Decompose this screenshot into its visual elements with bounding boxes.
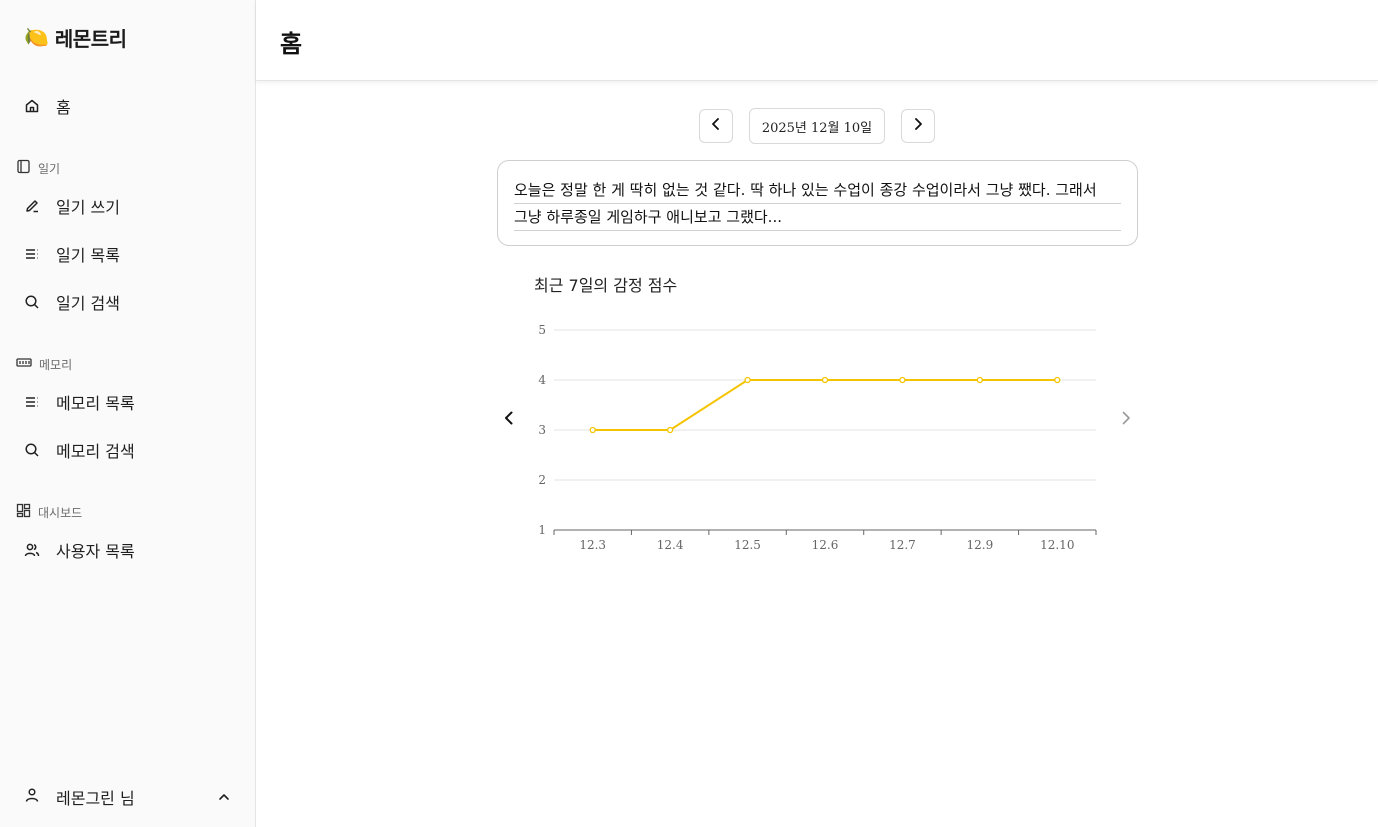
sidebar-item-label: 홈 — [56, 98, 71, 117]
brand-name: 레몬트리 — [54, 26, 127, 51]
series-line — [592, 379, 1058, 431]
sidebar-item-diary-list[interactable]: 일기 목록 — [16, 234, 240, 274]
section-title: 대시보드 — [38, 505, 83, 520]
diary-card[interactable]: 오늘은 정말 한 게 딱히 없는 것 같다. 딱 하나 있는 수업이 종강 수업… — [497, 160, 1138, 246]
y-tick-label: 4 — [538, 373, 546, 387]
y-tick-label: 1 — [538, 523, 546, 537]
page-header: 홈 — [256, 0, 1378, 81]
x-tick-label: 12.9 — [966, 538, 993, 552]
chevron-right-icon — [1118, 410, 1134, 430]
user-menu[interactable]: 레몬그린 님 — [16, 777, 244, 817]
sidebar-item-label: 사용자 목록 — [56, 542, 135, 561]
users-icon — [24, 542, 40, 558]
y-tick-label: 5 — [538, 323, 546, 337]
sidebar: 🍋 레몬트리 홈 일기 일기 쓰기 일기 목록 일기 검색 메모리 메모리 목록… — [0, 0, 256, 827]
x-tick-label: 12.5 — [734, 538, 761, 552]
section-head-dashboard: 대시보드 — [16, 502, 82, 522]
x-tick-label: 12.6 — [812, 538, 839, 552]
lemon-icon: 🍋 — [24, 25, 49, 49]
data-point — [666, 426, 674, 434]
sidebar-item-home[interactable]: 홈 — [16, 86, 240, 126]
x-tick-label: 12.4 — [657, 538, 684, 552]
user-name: 레몬그린 님 — [56, 789, 135, 808]
data-point — [1054, 376, 1061, 384]
sidebar-item-diary-search[interactable]: 일기 검색 — [16, 282, 240, 322]
sidebar-item-write-diary[interactable]: 일기 쓰기 — [16, 186, 240, 226]
data-point — [899, 376, 906, 384]
chevron-left-icon — [708, 116, 724, 136]
next-date-button[interactable] — [901, 109, 935, 143]
y-tick-label: 2 — [538, 473, 546, 487]
section-head-memory: 메모리 — [16, 354, 72, 374]
brand[interactable]: 🍋 레몬트리 — [24, 22, 127, 52]
sidebar-item-label: 메모리 목록 — [56, 394, 135, 413]
list-icon — [24, 394, 40, 410]
sidebar-item-memory-search[interactable]: 메모리 검색 — [16, 430, 240, 470]
current-date[interactable]: 2025년 12월 10일 — [749, 108, 885, 144]
diary-text: 오늘은 정말 한 게 딱히 없는 것 같다. 딱 하나 있는 수업이 종강 수업… — [514, 177, 1121, 231]
data-point — [821, 376, 829, 384]
data-point — [744, 376, 751, 384]
diary-line: 그냥 하루종일 게임하구 애니보고 그랬다... — [514, 204, 1121, 231]
sidebar-item-label: 일기 검색 — [56, 294, 120, 313]
chevron-right-icon — [910, 116, 926, 136]
x-tick-label: 12.10 — [1040, 538, 1074, 552]
emotion-line-chart: 1 2 3 4 5 12.3 12.4 12.5 12.6 12.7 12.9 12.10 — [538, 323, 1097, 552]
data-point — [589, 426, 596, 434]
chart-title: 최근 7일의 감정 점수 — [534, 276, 678, 295]
x-tick-label: 12.3 — [579, 538, 606, 552]
sidebar-item-user-list[interactable]: 사용자 목록 — [16, 530, 240, 570]
search-icon — [24, 294, 40, 310]
chevron-up-icon — [216, 789, 232, 809]
section-title: 일기 — [38, 161, 61, 176]
sidebar-item-label: 일기 목록 — [56, 246, 120, 265]
sidebar-item-memory-list[interactable]: 메모리 목록 — [16, 382, 240, 422]
y-tick-label: 3 — [538, 423, 546, 437]
memory-icon — [16, 355, 32, 374]
page-title: 홈 — [280, 30, 303, 58]
section-head-diary: 일기 — [16, 158, 60, 178]
sidebar-item-label: 일기 쓰기 — [56, 198, 120, 217]
prev-date-button[interactable] — [699, 109, 733, 143]
data-point — [976, 376, 984, 384]
search-icon — [24, 442, 40, 458]
section-title: 메모리 — [39, 357, 73, 372]
dashboard-icon — [16, 503, 31, 522]
x-tick-label: 12.7 — [889, 538, 916, 552]
app-root: 🍋 레몬트리 홈 일기 일기 쓰기 일기 목록 일기 검색 메모리 메모리 목록… — [0, 0, 1378, 827]
chart-next-button[interactable] — [1116, 410, 1136, 430]
home-icon — [24, 98, 40, 114]
pencil-icon — [24, 198, 40, 214]
user-icon — [24, 787, 40, 807]
list-icon — [24, 246, 40, 262]
sidebar-item-label: 메모리 검색 — [56, 442, 135, 461]
diary-line: 오늘은 정말 한 게 딱히 없는 것 같다. 딱 하나 있는 수업이 종강 수업… — [514, 177, 1121, 204]
notebook-icon — [16, 159, 31, 178]
